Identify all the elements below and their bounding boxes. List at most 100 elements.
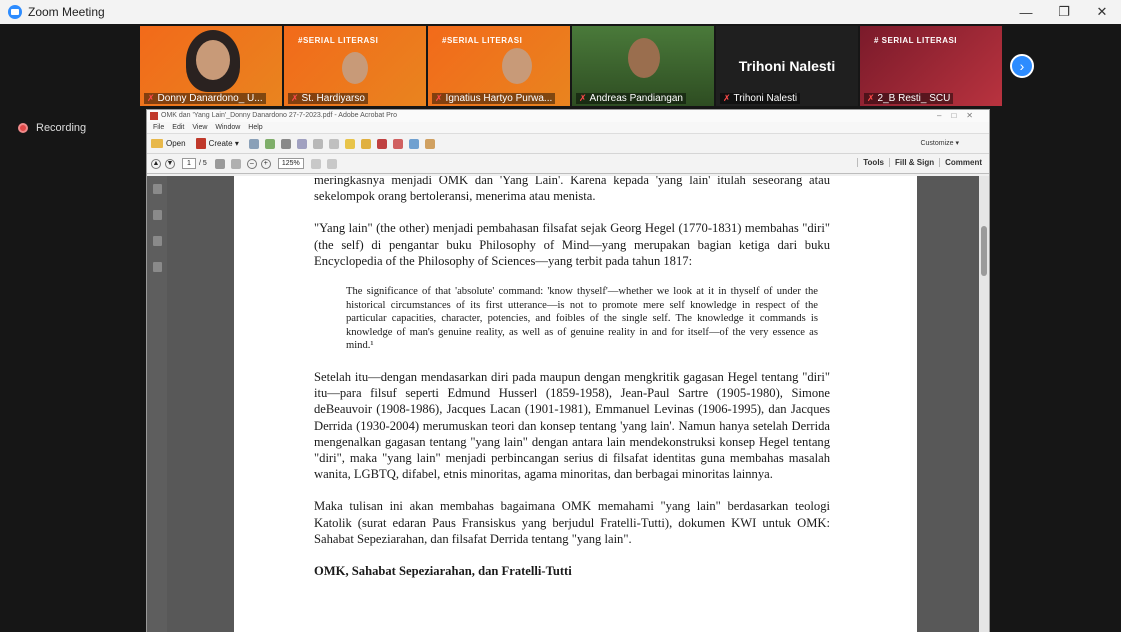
fit-page-icon[interactable] — [310, 158, 321, 169]
paragraph: meringkasnya menjadi OMK dan 'Yang Lain'… — [314, 176, 830, 204]
create-pdf-icon — [195, 138, 206, 149]
participant-name: ✗ Donny Danardono_ U... — [144, 93, 266, 104]
participant-face — [502, 48, 532, 84]
pdf-page: meringkasnya menjadi OMK dan 'Yang Lain'… — [234, 176, 917, 632]
upload-icon[interactable] — [264, 138, 275, 149]
tab-tools[interactable]: Tools — [857, 158, 889, 167]
shared-screen-acrobat: OMK dan 'Yang Lain'_Donny Danardono 27-7… — [146, 109, 990, 632]
comment-icon[interactable] — [344, 138, 355, 149]
tab-fill-sign[interactable]: Fill & Sign — [889, 158, 939, 167]
participant-tile[interactable]: ✗ Andreas Pandiangan — [572, 26, 714, 106]
participant-gallery: ✗ Donny Danardono_ U... #SERIAL LITERASI … — [140, 26, 1002, 106]
acrobat-titlebar: OMK dan 'Yang Lain'_Donny Danardono 27-7… — [147, 110, 989, 122]
fit-width-icon[interactable] — [326, 158, 337, 169]
mic-muted-icon: ✗ — [147, 93, 155, 103]
save-icon[interactable] — [248, 138, 259, 149]
recording-dot-icon — [18, 123, 28, 133]
close-button[interactable]: ✕ — [1083, 0, 1121, 24]
recording-indicator: Recording — [18, 122, 86, 134]
menu-file[interactable]: File — [153, 122, 164, 133]
acrobat-title: OMK dan 'Yang Lain'_Donny Danardono 27-7… — [161, 112, 398, 119]
paragraph: Maka tulisan ini akan membahas bagaimana… — [314, 499, 830, 546]
export-icon[interactable] — [392, 138, 403, 149]
zoom-in-icon[interactable]: + — [260, 158, 271, 169]
menu-window[interactable]: Window — [215, 122, 240, 133]
restore-button[interactable]: ❐ — [1045, 0, 1083, 24]
navigation-pane — [147, 176, 167, 632]
participant-background-label: # SERIAL LITERASI — [874, 36, 958, 45]
acrobat-toolbar: Open Create ▾ Customize ▾ — [147, 134, 989, 154]
mic-muted-icon: ✗ — [723, 93, 731, 103]
vertical-scrollbar[interactable] — [979, 176, 989, 632]
customize-dropdown[interactable]: Customize ▾ — [920, 139, 959, 147]
zoom-level-select[interactable]: 125% — [277, 158, 304, 169]
next-page-arrow-icon[interactable]: › — [1010, 54, 1034, 78]
acrobat-nav-toolbar: ▲ ▼ 1 / 5 – + 125% Tools Fill & Sign Com… — [147, 154, 989, 174]
select-tool-icon[interactable] — [214, 158, 225, 169]
pdf-icon — [150, 112, 158, 120]
participant-name: ✗ 2_B Resti_ SCU — [864, 93, 954, 104]
highlight-icon[interactable] — [360, 138, 371, 149]
block-quote: The significance of that 'absolute' comm… — [346, 286, 818, 352]
window-title: Zoom Meeting — [28, 5, 105, 19]
participant-background-label: #SERIAL LITERASI — [298, 36, 379, 45]
zoom-titlebar: Zoom Meeting — ❐ ✕ — [0, 0, 1121, 24]
participant-name: ✗ Andreas Pandiangan — [576, 93, 686, 104]
window-controls: — ❐ ✕ — [1007, 0, 1121, 24]
minimize-button[interactable]: — — [1007, 0, 1045, 24]
bookmarks-icon[interactable] — [153, 210, 162, 220]
hand-tool-icon[interactable] — [230, 158, 241, 169]
create-button[interactable]: Create ▾ — [195, 138, 239, 149]
attachments-icon[interactable] — [153, 262, 162, 272]
recording-label: Recording — [36, 122, 87, 134]
meeting-area: ✗ Donny Danardono_ U... #SERIAL LITERASI … — [0, 24, 1121, 632]
zoom-out-icon[interactable]: – — [246, 158, 257, 169]
mic-muted-icon: ✗ — [579, 93, 587, 103]
menu-edit[interactable]: Edit — [172, 122, 184, 133]
document-area: meringkasnya menjadi OMK dan 'Yang Lain'… — [147, 176, 989, 632]
participant-display-name: Trihoni Nalesti — [738, 58, 836, 74]
participant-face — [196, 40, 230, 80]
previous-page-icon[interactable]: ▲ — [151, 158, 161, 169]
menu-view[interactable]: View — [192, 122, 207, 133]
page-total: / 5 — [199, 160, 207, 167]
folder-icon — [151, 139, 163, 148]
participant-name: ✗ Trihoni Nalesti — [720, 93, 801, 104]
participant-tile[interactable]: Trihoni Nalesti ✗ Trihoni Nalesti — [716, 26, 858, 106]
zoom-logo-icon — [8, 5, 22, 19]
paragraph: "Yang lain" (the other) menjadi pembahas… — [314, 221, 830, 268]
pdf-tool-icon[interactable] — [376, 138, 387, 149]
page-number-input[interactable]: 1 — [182, 158, 196, 169]
menu-help[interactable]: Help — [248, 122, 262, 133]
acrobat-window-controls[interactable]: –□✕ — [937, 110, 983, 122]
scrollbar-thumb[interactable] — [981, 226, 987, 276]
acrobat-side-tabs: Tools Fill & Sign Comment — [857, 158, 987, 167]
page-thumbnails-icon[interactable] — [153, 184, 162, 194]
participant-name: ✗ St. Hardiyarso — [288, 93, 368, 104]
participant-tile[interactable]: # SERIAL LITERASI ✗ 2_B Resti_ SCU — [860, 26, 1002, 106]
mic-muted-icon: ✗ — [435, 93, 443, 103]
participant-tile[interactable]: #SERIAL LITERASI ✗ St. Hardiyarso — [284, 26, 426, 106]
section-heading: OMK, Sahabat Sepeziarahan, dan Fratelli-… — [314, 564, 572, 579]
print-icon[interactable] — [280, 138, 291, 149]
participant-tile[interactable]: #SERIAL LITERASI ✗ Ignatius Hartyo Purwa.… — [428, 26, 570, 106]
participant-face — [628, 38, 660, 78]
signatures-icon[interactable] — [153, 236, 162, 246]
document-text: meringkasnya menjadi OMK dan 'Yang Lain'… — [314, 176, 830, 581]
sign-icon[interactable] — [424, 138, 435, 149]
settings-icon[interactable] — [328, 138, 339, 149]
participant-name: ✗ Ignatius Hartyo Purwa... — [432, 93, 556, 104]
mic-muted-icon: ✗ — [291, 93, 299, 103]
mic-muted-icon: ✗ — [867, 93, 875, 103]
next-page-icon[interactable]: ▼ — [165, 158, 175, 169]
share-icon[interactable] — [408, 138, 419, 149]
participant-tile[interactable]: ✗ Donny Danardono_ U... — [140, 26, 282, 106]
tab-comment[interactable]: Comment — [939, 158, 987, 167]
mail-icon[interactable] — [312, 138, 323, 149]
acrobat-menubar: File Edit View Window Help — [147, 122, 989, 134]
paragraph: Setelah itu—dengan mendasarkan diri pada… — [314, 369, 830, 482]
participant-background-label: #SERIAL LITERASI — [442, 36, 523, 45]
participant-face — [342, 52, 368, 84]
open-button[interactable]: Open — [151, 139, 186, 148]
edit-icon[interactable] — [296, 138, 307, 149]
